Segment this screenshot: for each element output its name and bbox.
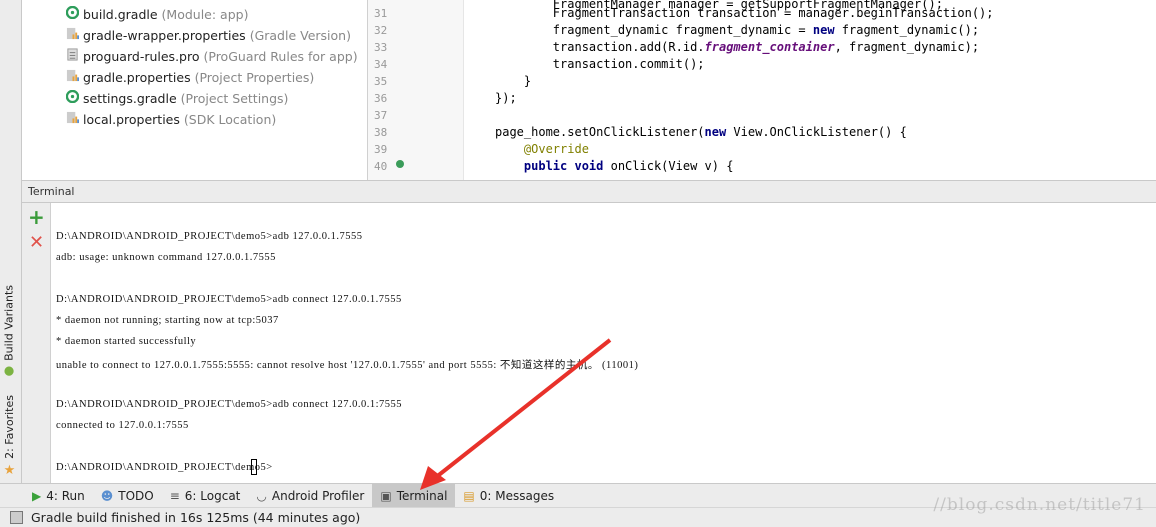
new-session-icon[interactable]: + xyxy=(28,207,45,227)
line-number: 39 xyxy=(374,143,388,156)
terminal-header: Terminal xyxy=(22,180,1156,203)
build-variants-tab[interactable]: ● Build Variants xyxy=(2,285,16,379)
code-line: @Override xyxy=(495,142,589,156)
tool-window-todo[interactable]: ☻ TODO xyxy=(93,484,162,508)
line-number: 34 xyxy=(374,58,388,71)
messages-icon: ▤ xyxy=(463,488,475,503)
tree-item-name: build.gradle xyxy=(83,6,158,22)
line-number: 37 xyxy=(374,109,388,122)
line-number: 32 xyxy=(374,24,388,37)
status-toggle-icon[interactable] xyxy=(10,511,23,524)
override-marker-icon[interactable] xyxy=(396,160,404,168)
code-line: fragment_dynamic fragment_dynamic = new … xyxy=(495,23,980,37)
terminal-line: unable to connect to 127.0.0.1.7555:5555… xyxy=(56,360,639,371)
tree-item-hint: (Project Settings) xyxy=(180,90,289,106)
code-line: public void onClick(View v) { xyxy=(495,159,734,173)
tree-item[interactable]: gradle-wrapper.properties (Gradle Version… xyxy=(66,27,351,43)
terminal-line: D:\ANDROID\ANDROID_PROJECT\demo5> xyxy=(56,462,273,473)
build-variants-label: Build Variants xyxy=(2,285,16,361)
terminal-line: * daemon started successfully xyxy=(56,336,197,347)
status-text: Gradle build finished in 16s 125ms (44 m… xyxy=(31,510,361,525)
terminal-line: * daemon not running; starting now at tc… xyxy=(56,315,279,326)
star-icon: ★ xyxy=(2,462,17,478)
tree-item[interactable]: proguard-rules.pro (ProGuard Rules for ap… xyxy=(66,48,358,64)
text-file-icon xyxy=(66,48,79,64)
terminal-line: D:\ANDROID\ANDROID_PROJECT\demo5>adb con… xyxy=(56,399,403,410)
favorites-tab[interactable]: ★ 2: Favorites xyxy=(2,395,17,478)
tool-window-label: 4: Run xyxy=(46,488,85,503)
watermark: //blog.csdn.net/title71 xyxy=(933,495,1146,515)
tree-item-hint: (Module: app) xyxy=(161,6,249,22)
code-line: } xyxy=(495,74,532,88)
terminal-line: adb: usage: unknown command 127.0.0.1.75… xyxy=(56,252,276,263)
code-line: transaction.commit(); xyxy=(495,57,705,71)
code-line: page_home.setOnClickListener(new View.On… xyxy=(495,125,907,139)
tool-window-label: 6: Logcat xyxy=(184,488,241,503)
close-session-icon[interactable]: ✕ xyxy=(29,233,44,253)
tree-item-name: gradle-wrapper.properties xyxy=(83,27,246,43)
line-number: 36 xyxy=(374,92,388,105)
code-line: transaction.add(R.id.fragment_container,… xyxy=(495,40,980,54)
terminal-cursor xyxy=(251,459,257,475)
terminal-line: D:\ANDROID\ANDROID_PROJECT\demo5>adb con… xyxy=(56,294,402,305)
line-number: 31 xyxy=(374,7,388,20)
tool-window-messages[interactable]: ▤ 0: Messages xyxy=(455,484,562,508)
tool-window-logcat[interactable]: ≡ 6: Logcat xyxy=(162,484,249,508)
terminal-title: Terminal xyxy=(28,185,75,198)
line-number: 38 xyxy=(374,126,388,139)
tree-item[interactable]: local.properties (SDK Location) xyxy=(66,111,276,127)
tree-item-name: proguard-rules.pro xyxy=(83,48,200,64)
tree-item-hint: (Gradle Version) xyxy=(249,27,351,43)
tree-item-hint: (SDK Location) xyxy=(183,111,277,127)
tree-item[interactable]: build.gradle (Module: app) xyxy=(66,6,248,22)
editor-gutter: 3031323334353637383940 xyxy=(368,0,464,180)
tool-window-run[interactable]: ▶ 4: Run xyxy=(24,484,93,508)
tool-window-label: Terminal xyxy=(396,488,448,503)
gradle-icon xyxy=(66,6,79,22)
tree-item-name: local.properties xyxy=(83,111,180,127)
tree-item-hint: (Project Properties) xyxy=(194,69,315,85)
tree-item-name: gradle.properties xyxy=(83,69,191,85)
code-editor[interactable]: 3031323334353637383940 FragmentManager m… xyxy=(368,0,1156,180)
tree-item-hint: (ProGuard Rules for app) xyxy=(203,48,358,64)
tool-window-label: Android Profiler xyxy=(271,488,365,503)
line-number: 40 xyxy=(374,160,388,173)
gradle-icon xyxy=(66,90,79,106)
left-tool-strip: ● Build Variants ★ 2: Favorites xyxy=(0,0,22,483)
code-line: FragmentTransaction transaction = manage… xyxy=(495,6,994,20)
favorites-label: 2: Favorites xyxy=(3,395,16,459)
tree-item[interactable]: settings.gradle (Project Settings) xyxy=(66,90,288,106)
profiler-icon: ◡ xyxy=(256,488,267,503)
tool-window-label: TODO xyxy=(118,488,154,503)
tree-item-name: settings.gradle xyxy=(83,90,177,106)
logcat-icon: ≡ xyxy=(169,488,180,503)
terminal-line: D:\ANDROID\ANDROID_PROJECT\demo5>adb 127… xyxy=(56,231,363,242)
project-tree: build.gradle (Module: app) gradle-wrapper.… xyxy=(22,0,368,180)
code-line: }); xyxy=(495,91,517,105)
properties-icon xyxy=(66,27,79,43)
line-number: 33 xyxy=(374,41,388,54)
tool-window-terminal[interactable]: ▣ Terminal xyxy=(372,483,456,508)
todo-icon: ☻ xyxy=(100,488,114,503)
properties-icon xyxy=(66,111,79,127)
terminal-line: connected to 127.0.0.1:7555 xyxy=(56,420,189,431)
terminal-toolbar: + ✕ xyxy=(22,203,51,483)
properties-icon xyxy=(66,69,79,85)
terminal-icon: ▣ xyxy=(380,488,392,503)
tool-window-android-profiler[interactable]: ◡ Android Profiler xyxy=(248,484,372,508)
tool-window-label: 0: Messages xyxy=(479,488,555,503)
line-number: 35 xyxy=(374,75,388,88)
terminal-output[interactable]: D:\ANDROID\ANDROID_PROJECT\demo5>adb 127… xyxy=(51,203,1156,483)
tree-item[interactable]: gradle.properties (Project Properties) xyxy=(66,69,314,85)
android-icon: ● xyxy=(2,364,16,379)
run-icon: ▶ xyxy=(32,488,42,503)
